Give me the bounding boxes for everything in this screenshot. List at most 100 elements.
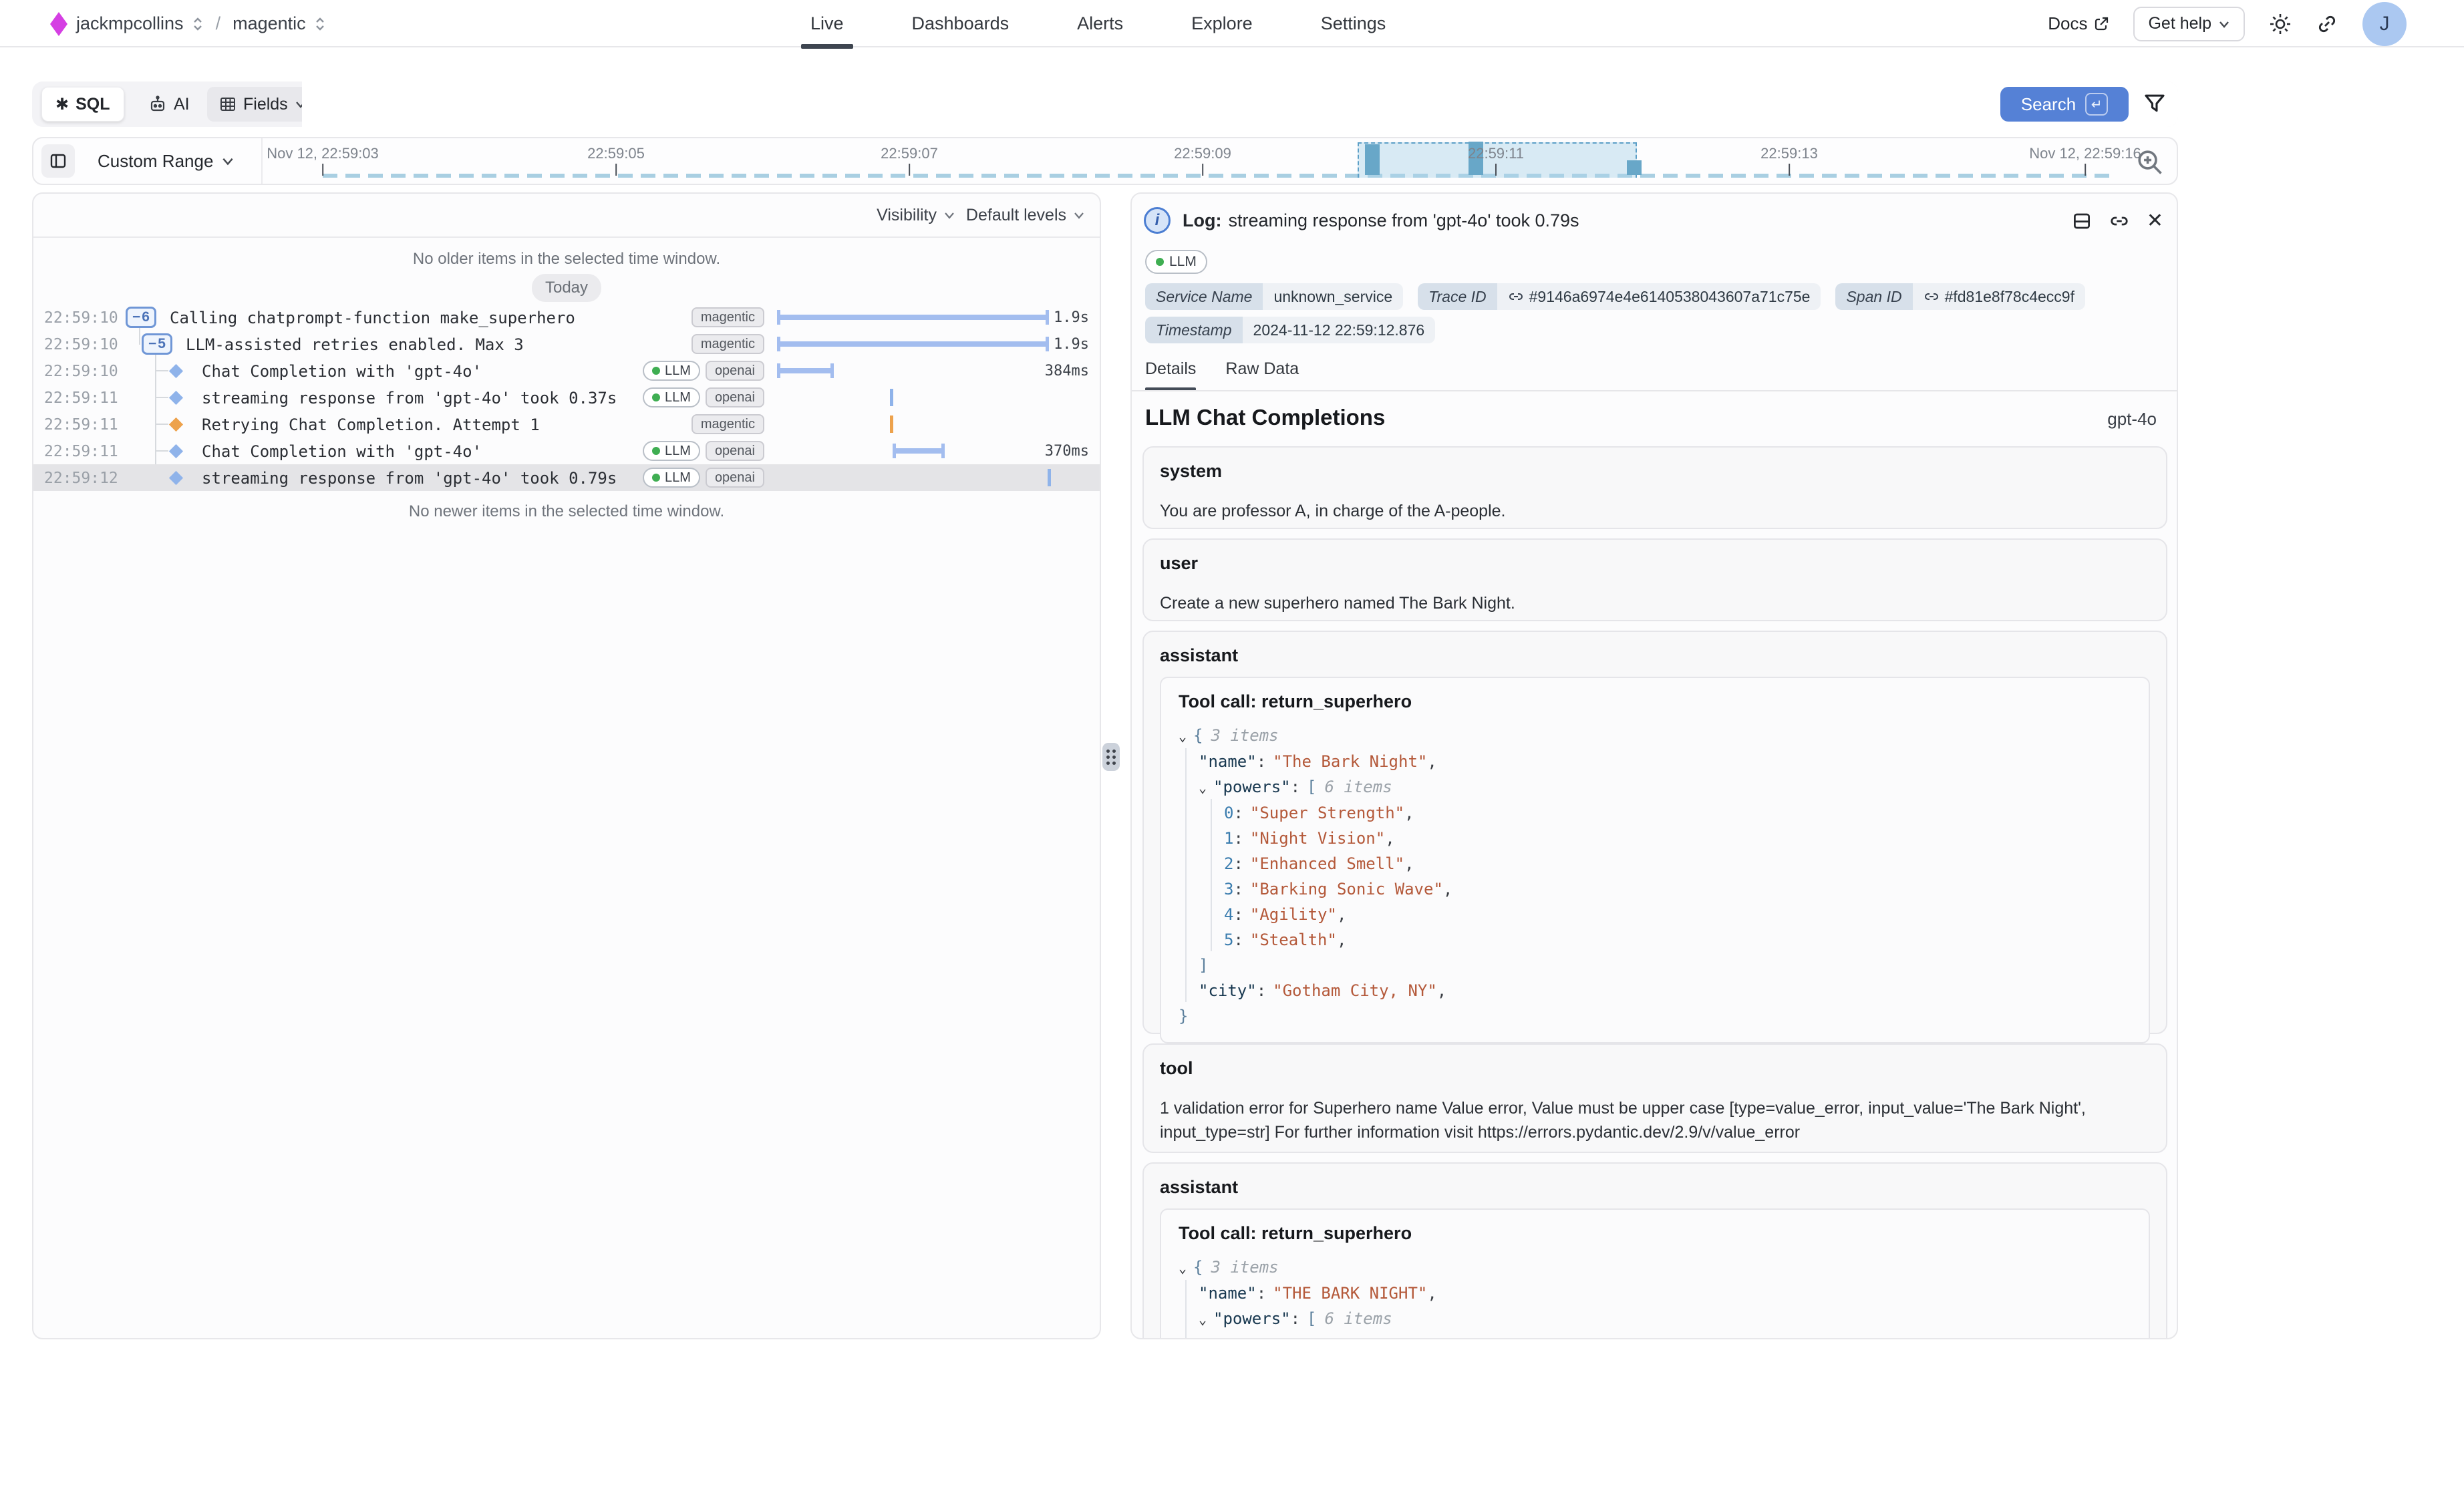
timeline-tick: 22:59:11 — [1468, 145, 1524, 176]
nav-right: Docs Get help — [2048, 0, 2407, 47]
log-row-selected[interactable]: 22:59:12 streaming response from 'gpt-4o… — [33, 464, 1100, 491]
filter-funnel-icon[interactable] — [2142, 91, 2167, 116]
span-diamond-icon — [169, 364, 183, 378]
theme-toggle-sun-icon[interactable] — [2269, 13, 2292, 35]
duration-label: 384ms — [1009, 363, 1089, 379]
json-tree: ⌄{3 items "name":"The Bark Night", ⌄"pow… — [1179, 723, 2131, 1029]
tab-explore[interactable]: Explore — [1186, 0, 1258, 47]
ai-mode-button[interactable]: AI — [138, 87, 200, 122]
tool-call-title: Tool call: return_superhero — [1179, 1223, 2131, 1244]
collapse-chevron-icon[interactable]: ⌄ — [1199, 775, 1213, 800]
tab-settings[interactable]: Settings — [1316, 0, 1392, 47]
org-selector[interactable]: jackmpcollins — [76, 13, 184, 34]
message-text: 1 validation error for Superhero name Va… — [1160, 1096, 2150, 1144]
tab-details[interactable]: Details — [1145, 359, 1196, 391]
llm-badge: LLM — [643, 387, 700, 407]
close-icon[interactable]: ✕ — [2147, 211, 2163, 231]
llm-badge: LLM — [643, 441, 700, 461]
timeline-tick: Nov 12, 22:59:16 — [2029, 145, 2141, 176]
tab-live[interactable]: Live — [805, 0, 849, 47]
scope-badge: magentic — [691, 334, 764, 354]
search-input[interactable] — [302, 81, 2178, 127]
message-text: Create a new superhero named The Bark Ni… — [1160, 591, 2150, 615]
search-button[interactable]: Search ↵ — [2000, 87, 2129, 122]
collapse-chevron-icon[interactable]: ⌄ — [1179, 723, 1193, 749]
llm-badge: LLM — [643, 361, 700, 381]
external-link-icon — [2093, 16, 2109, 32]
log-tick-mark — [890, 416, 893, 433]
default-levels-dropdown[interactable]: Default levels — [966, 194, 1085, 236]
collapse-chevron-icon[interactable]: ⌄ — [1179, 1255, 1193, 1281]
tab-raw-data[interactable]: Raw Data — [1225, 359, 1299, 391]
trace-id-badge[interactable]: Trace ID #9146a6974e4e6140538043607a71c7… — [1418, 283, 1821, 310]
message-text: You are professor A, in charge of the A-… — [1160, 499, 2150, 523]
tool-call-card: Tool call: return_superhero ⌄{3 items "n… — [1160, 677, 2150, 1043]
log-row[interactable]: 22:59:10 −5 LLM-assisted retries enabled… — [33, 331, 1100, 357]
top-nav: jackmpcollins / magentic Live Dashboards… — [0, 0, 2464, 47]
chevron-down-icon — [1073, 209, 1085, 221]
provider-badge: openai — [706, 441, 764, 461]
span-duration-bar — [893, 448, 945, 454]
scope-badge: magentic — [691, 307, 764, 327]
get-help-button[interactable]: Get help — [2133, 7, 2245, 41]
message-card-assistant: assistant Tool call: return_superhero ⌄{… — [1142, 1162, 2167, 1339]
tab-alerts[interactable]: Alerts — [1072, 0, 1128, 47]
collapse-toggle[interactable]: −5 — [142, 333, 172, 355]
duration-label: 1.9s — [1009, 309, 1089, 326]
json-tree: ⌄{3 items "name":"THE BARK NIGHT", ⌄"pow… — [1179, 1255, 2131, 1332]
detail-tabs: Details Raw Data — [1145, 359, 1299, 391]
docs-link[interactable]: Docs — [2048, 13, 2109, 34]
timeline-panel: Custom Range Nov 12, 22:59:03 22:59:05 2… — [32, 137, 2178, 185]
visibility-dropdown[interactable]: Visibility — [877, 194, 955, 236]
search-bar: ✱ SQL AI Fields Search ↵ — [32, 81, 2178, 127]
message-card-user: user Create a new superhero named The Ba… — [1142, 538, 2167, 621]
detail-header: i Log:streaming response from 'gpt-4o' t… — [1132, 194, 2177, 242]
open-in-view-icon[interactable] — [2072, 211, 2092, 231]
log-list-panel: Visibility Default levels No older items… — [32, 192, 1101, 1339]
log-tick-mark — [890, 389, 893, 406]
unfold-icon[interactable] — [192, 15, 204, 33]
link-icon — [1508, 289, 1524, 305]
table-grid-icon — [219, 96, 237, 113]
timeline-tick: 22:59:13 — [1760, 145, 1818, 176]
zoom-in-icon[interactable] — [2135, 148, 2165, 177]
log-row[interactable]: 22:59:11 Chat Completion with 'gpt-4o' L… — [33, 438, 1100, 464]
message-card-tool: tool 1 validation error for Superhero na… — [1142, 1043, 2167, 1153]
project-selector[interactable]: magentic — [233, 13, 306, 34]
robot-icon — [148, 95, 167, 114]
duration-label: 370ms — [1009, 443, 1089, 460]
histogram-bar — [1365, 144, 1380, 175]
tool-call-title: Tool call: return_superhero — [1179, 691, 2131, 712]
span-duration-bar — [777, 315, 1049, 320]
sql-mode-button[interactable]: ✱ SQL — [41, 87, 124, 122]
timestamp-badge: Timestamp 2024-11-12 22:59:12.876 — [1145, 317, 1435, 343]
collapse-toggle[interactable]: −6 — [126, 307, 156, 328]
meta-row: Timestamp 2024-11-12 22:59:12.876 — [1145, 317, 1435, 343]
sidebar-toggle-icon[interactable] — [41, 144, 75, 178]
provider-badge: openai — [706, 468, 764, 488]
user-avatar[interactable]: J — [2362, 2, 2407, 46]
detail-title: Log:streaming response from 'gpt-4o' too… — [1183, 210, 1579, 231]
time-range-selector[interactable]: Custom Range — [98, 138, 235, 184]
chevron-down-icon — [221, 154, 235, 168]
tab-dashboards[interactable]: Dashboards — [907, 0, 1015, 47]
histogram-bar — [1627, 160, 1642, 175]
service-name-badge: Service Name unknown_service — [1145, 283, 1403, 310]
log-row[interactable]: 22:59:11 Retrying Chat Completion. Attem… — [33, 411, 1100, 438]
span-diamond-icon — [169, 391, 183, 405]
span-id-badge[interactable]: Span ID #fd81e8f78c4ecc9f — [1835, 283, 2085, 310]
unfold-icon[interactable] — [314, 15, 326, 33]
role-label: assistant — [1160, 1177, 2150, 1198]
collapse-chevron-icon[interactable]: ⌄ — [1199, 1307, 1213, 1332]
role-label: system — [1160, 461, 2150, 482]
log-row[interactable]: 22:59:11 streaming response from 'gpt-4o… — [33, 384, 1100, 411]
log-row[interactable]: 22:59:10 −6 Calling chatprompt-function … — [33, 304, 1100, 331]
log-row[interactable]: 22:59:10 Chat Completion with 'gpt-4o' L… — [33, 357, 1100, 384]
message-card-system: system You are professor A, in charge of… — [1142, 446, 2167, 529]
copy-link-icon[interactable] — [2109, 211, 2129, 231]
share-link-icon[interactable] — [2316, 13, 2338, 35]
panel-resize-handle[interactable] — [1102, 743, 1120, 771]
llm-badge: LLM — [643, 468, 700, 488]
role-label: assistant — [1160, 645, 2150, 666]
span-diamond-icon — [169, 444, 183, 458]
